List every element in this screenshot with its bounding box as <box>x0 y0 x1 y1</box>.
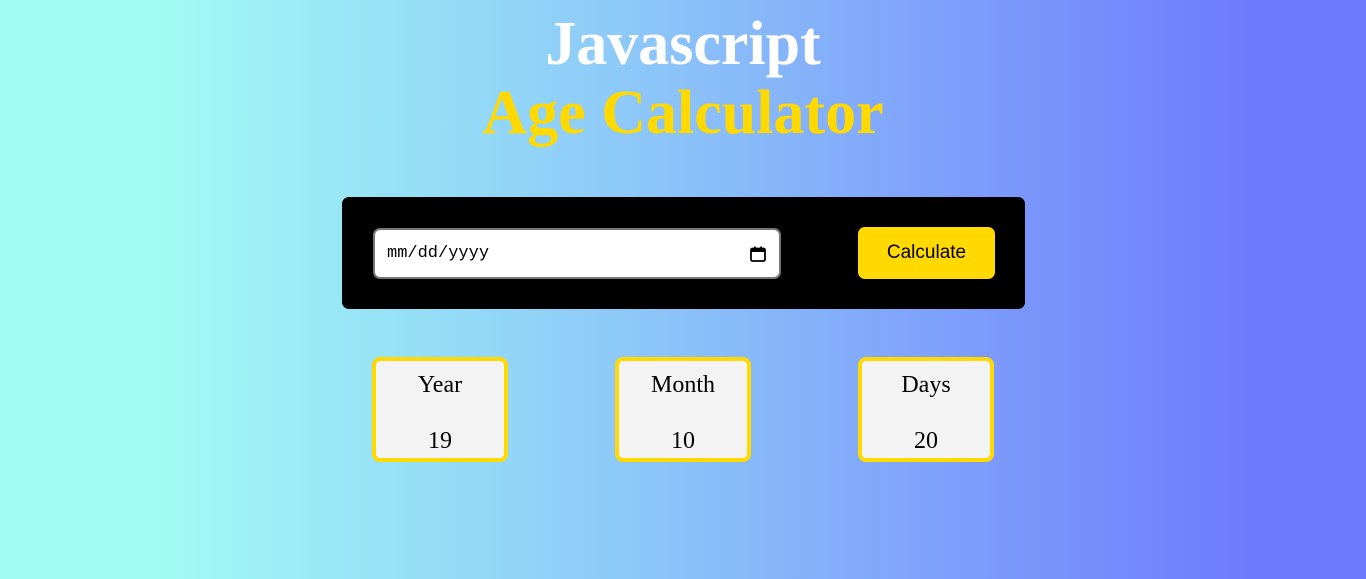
month-label: Month <box>650 372 715 398</box>
month-result-box: Month 10 <box>615 357 751 462</box>
days-result-box: Days 20 <box>858 357 994 462</box>
month-value: 10 <box>671 428 695 454</box>
date-placeholder: mm/dd/yyyy <box>387 244 490 263</box>
year-result-box: Year 19 <box>372 357 508 462</box>
page-title: Javascript Age Calculator <box>0 8 1366 146</box>
calculate-button[interactable]: Calculate <box>858 227 995 279</box>
calendar-icon[interactable] <box>749 245 767 263</box>
input-panel: mm/dd/yyyy Calculate <box>342 197 1025 309</box>
title-javascript: Javascript <box>545 10 821 78</box>
days-value: 20 <box>914 428 938 454</box>
days-label: Days <box>901 372 951 398</box>
birth-date-input[interactable]: mm/dd/yyyy <box>373 228 781 279</box>
title-age-calculator: Age Calculator <box>482 79 884 147</box>
year-value: 19 <box>428 428 452 454</box>
year-label: Year <box>417 372 463 398</box>
